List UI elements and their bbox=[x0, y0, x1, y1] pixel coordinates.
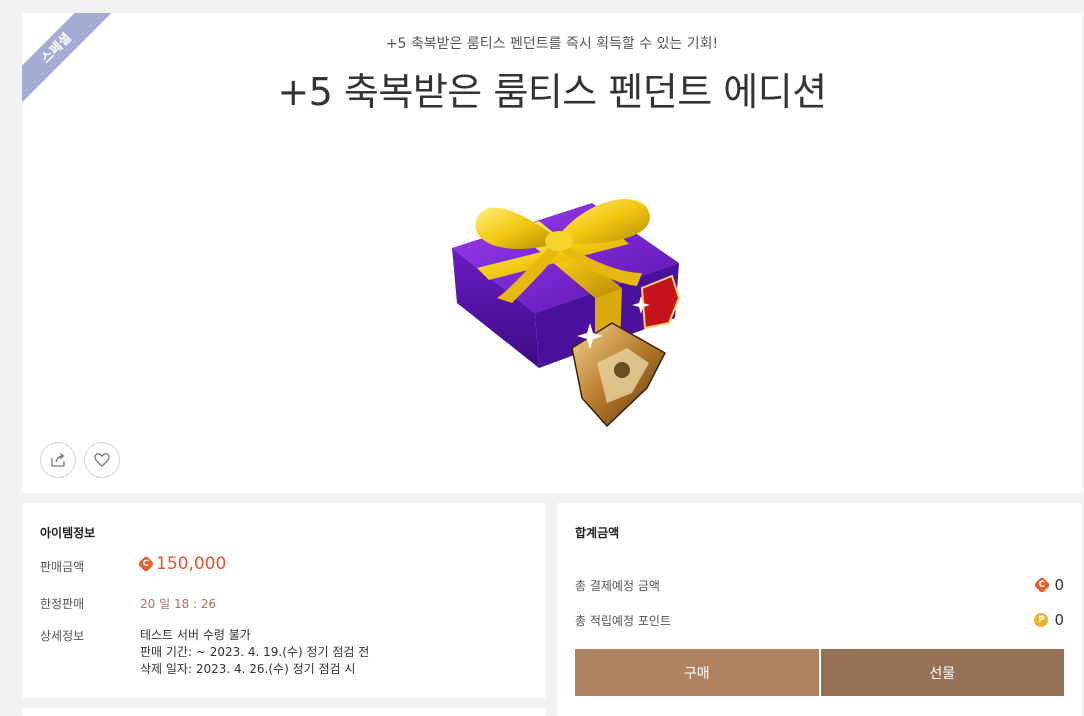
total-heading: 합계금액 bbox=[575, 526, 620, 540]
like-button[interactable] bbox=[84, 442, 120, 478]
product-page: 스페셜 +5 축복받은 룸티스 펜던트를 즉시 획득할 수 있는 기회! +5 … bbox=[0, 0, 1084, 716]
payment-total-label: 총 결제예정 금액 bbox=[575, 578, 660, 593]
product-title: +5 축복받은 룸티스 펜던트 에디션 bbox=[277, 70, 827, 114]
buy-button[interactable]: 구매 bbox=[575, 649, 819, 696]
points-total-row: 총 적립예정 포인트 P 0 bbox=[575, 611, 1064, 629]
cash-coin-letter: C bbox=[142, 558, 150, 569]
point-coin-icon: P bbox=[1034, 613, 1049, 627]
total-panel: 합계금액 총 결제예정 금액 C 0 총 적립예정 포인트 P 0 구매 선물 bbox=[557, 503, 1082, 716]
payment-total-row: 총 결제예정 금액 C 0 bbox=[575, 576, 1064, 594]
cash-coin-icon: C bbox=[137, 555, 155, 573]
heart-icon bbox=[94, 453, 110, 467]
limited-sale-label: 한정판매 bbox=[40, 597, 85, 611]
payment-total-value: 0 bbox=[1054, 576, 1064, 594]
points-total-group: P 0 bbox=[1034, 611, 1064, 629]
product-hero: 스페셜 +5 축복받은 룸티스 펜던트를 즉시 획득할 수 있는 기회! +5 … bbox=[22, 13, 1082, 493]
product-image bbox=[452, 199, 681, 428]
price-value: 150,000 bbox=[156, 554, 227, 574]
detail-line: 테스트 서버 수령 불가 bbox=[140, 628, 251, 642]
share-icon bbox=[51, 452, 65, 467]
cash-coin-icon: C bbox=[1033, 576, 1051, 594]
detail-line: 삭제 일자: 2023. 4. 26.(수) 정기 점검 시 bbox=[140, 662, 356, 676]
price-label: 판매금액 bbox=[40, 560, 85, 574]
purchase-actions: 구매 선물 bbox=[575, 649, 1064, 696]
cash-coin-letter: C bbox=[1039, 579, 1046, 590]
share-button[interactable] bbox=[40, 442, 76, 478]
gift-button[interactable]: 선물 bbox=[820, 649, 1064, 696]
price-value-group: C 150,000 bbox=[137, 554, 227, 574]
detail-line: 판매 기간: ~ 2023. 4. 19.(수) 정기 점검 전 bbox=[140, 645, 370, 659]
item-info-heading: 아이템정보 bbox=[40, 526, 96, 540]
points-total-value: 0 bbox=[1054, 611, 1064, 629]
next-panel-edge bbox=[22, 708, 546, 716]
detail-label: 상세정보 bbox=[40, 629, 85, 643]
item-info-panel: 아이템정보 판매금액 C 150,000 한정판매 20 일 18 : 26 상… bbox=[22, 503, 546, 698]
product-subtitle: +5 축복받은 룸티스 펜던트를 즉시 획득할 수 있는 기회! bbox=[385, 36, 719, 52]
detail-text: 테스트 서버 수령 불가 판매 기간: ~ 2023. 4. 19.(수) 정기… bbox=[140, 627, 369, 678]
points-total-label: 총 적립예정 포인트 bbox=[575, 613, 671, 628]
limited-sale-countdown: 20 일 18 : 26 bbox=[140, 597, 217, 611]
payment-total-group: C 0 bbox=[1033, 576, 1064, 594]
